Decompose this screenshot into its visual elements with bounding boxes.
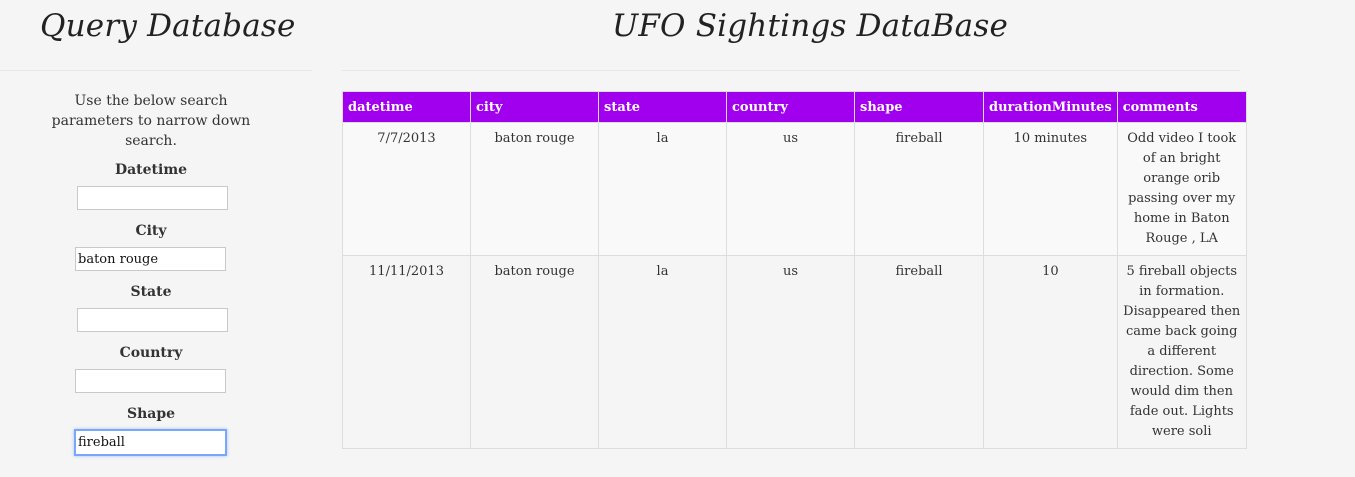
column-header[interactable]: shape bbox=[854, 91, 984, 123]
table-header-row: datetime city state country shape durati… bbox=[342, 91, 1247, 123]
city-input[interactable] bbox=[75, 247, 226, 271]
cell-comments: Odd video I took of an bright orange ori… bbox=[1116, 122, 1247, 256]
cell-state: la bbox=[598, 255, 727, 449]
shape-label: Shape bbox=[126, 406, 176, 422]
datetime-label: Datetime bbox=[114, 162, 188, 178]
sidebar-title: Query Database bbox=[40, 8, 296, 44]
main-divider bbox=[342, 70, 1240, 71]
column-header[interactable]: datetime bbox=[342, 91, 471, 123]
cell-datetime: 11/11/2013 bbox=[342, 255, 471, 449]
column-header[interactable]: state bbox=[598, 91, 727, 123]
column-header[interactable]: comments bbox=[1116, 91, 1247, 123]
table-row: 11/11/2013 baton rouge la us fireball 10… bbox=[342, 255, 1247, 449]
cell-city: baton rouge bbox=[470, 255, 599, 449]
state-label: State bbox=[130, 284, 172, 300]
cell-country: us bbox=[726, 122, 855, 256]
city-label: City bbox=[135, 223, 167, 239]
page: Query Database Use the below search para… bbox=[0, 0, 1355, 477]
datetime-input[interactable] bbox=[77, 186, 228, 210]
cell-shape: fireball bbox=[854, 122, 984, 256]
cell-duration: 10 minutes bbox=[983, 122, 1118, 256]
page-title: UFO Sightings DataBase bbox=[612, 8, 1009, 44]
cell-duration: 10 bbox=[983, 255, 1118, 449]
cell-state: la bbox=[598, 122, 727, 256]
search-instructions: Use the below search parameters to narro… bbox=[51, 93, 251, 149]
cell-comments: 5 fireball objects in formation. Disappe… bbox=[1116, 255, 1247, 449]
cell-datetime: 7/7/2013 bbox=[342, 122, 471, 256]
cell-shape: fireball bbox=[854, 255, 984, 449]
column-header[interactable]: durationMinutes bbox=[983, 91, 1118, 123]
cell-city: baton rouge bbox=[470, 122, 599, 256]
column-header[interactable]: city bbox=[470, 91, 599, 123]
country-input[interactable] bbox=[75, 369, 226, 393]
cell-country: us bbox=[726, 255, 855, 449]
state-input[interactable] bbox=[77, 308, 228, 332]
sidebar-divider bbox=[0, 70, 312, 71]
country-label: Country bbox=[119, 345, 183, 361]
column-header[interactable]: country bbox=[726, 91, 855, 123]
shape-input[interactable] bbox=[74, 429, 227, 456]
query-sidebar: Query Database Use the below search para… bbox=[0, 0, 312, 477]
table-row: 7/7/2013 baton rouge la us fireball 10 m… bbox=[342, 122, 1247, 256]
sightings-table: datetime city state country shape durati… bbox=[342, 91, 1247, 449]
